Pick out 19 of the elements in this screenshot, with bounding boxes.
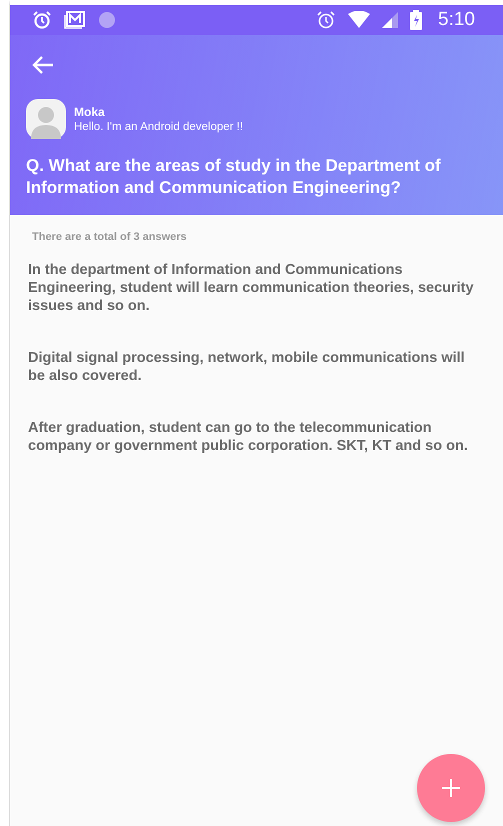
alarm-icon — [316, 10, 336, 30]
answer-text: After graduation, student can go to the telecommunication company or government public corporation. SKT, KT and so on. — [28, 419, 469, 455]
mail-icon — [64, 10, 86, 30]
alarm-icon — [32, 10, 52, 30]
battery-icon — [410, 10, 422, 30]
answer-text: In the department of Information and Communications Engineering, student will learn communication theories, security issues and so on. — [28, 261, 475, 315]
signal-icon — [382, 12, 398, 28]
back-arrow-icon[interactable] — [32, 55, 54, 75]
user-name: Moka — [74, 105, 106, 119]
answer-count: There are a total of 3 answers — [32, 231, 188, 243]
clock-time: 5:10 — [438, 9, 475, 31]
circle-icon — [98, 11, 116, 29]
avatar-icon — [26, 99, 66, 139]
add-button[interactable] — [417, 754, 485, 822]
question-title: Q. What are the areas of study in the Department of Information and Communication Engineering? — [26, 155, 442, 199]
wifi-icon — [348, 11, 370, 29]
answer-text: Digital signal processing, network, mobile communications will be also covered. — [28, 349, 466, 385]
user-status: Hello. I'm an Android developer !! — [74, 121, 244, 133]
plus-icon — [442, 779, 460, 797]
